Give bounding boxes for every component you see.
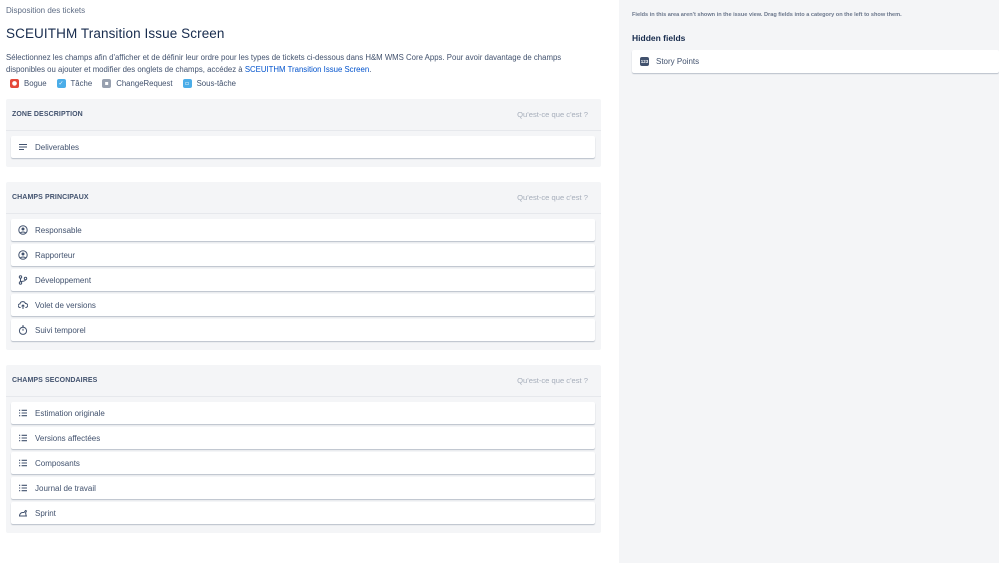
task-icon: ✓ xyxy=(56,79,66,88)
field-composants[interactable]: Composants xyxy=(11,452,595,474)
list-icon xyxy=(18,433,28,443)
cloud-upload-icon xyxy=(18,300,28,310)
field-list: Responsable Rapporteur Développement Vol… xyxy=(6,214,601,350)
page-title: SCEUITHM Transition Issue Screen xyxy=(6,26,225,41)
person-icon xyxy=(18,225,28,235)
story-points-icon: 123 xyxy=(640,57,649,66)
list-icon xyxy=(18,483,28,493)
section-title: CHAMPS PRINCIPAUX xyxy=(12,194,89,201)
field-label: Story Points xyxy=(656,57,700,66)
section-title: ZONE DESCRIPTION xyxy=(12,111,83,118)
issue-type-label: Tâche xyxy=(70,79,93,88)
list-icon xyxy=(18,408,28,418)
section-champs-secondaires: CHAMPS SECONDAIRES Qu'est-ce que c'est ?… xyxy=(6,365,601,533)
field-label: Développement xyxy=(35,275,92,285)
list-icon xyxy=(18,458,28,468)
field-suivi-temporel[interactable]: Suivi temporel xyxy=(11,319,595,341)
layout-main-panel: Disposition des tickets SCEUITHM Transit… xyxy=(0,0,606,563)
issue-type-label: Sous-tâche xyxy=(196,79,237,88)
field-story-points[interactable]: 123 Story Points xyxy=(632,50,999,73)
field-list: Estimation originale Versions affectées … xyxy=(6,397,601,533)
hidden-fields-title: Hidden fields xyxy=(632,33,686,43)
issue-type-bogue: ● Bogue xyxy=(10,79,47,88)
field-deliverables[interactable]: Deliverables xyxy=(11,136,595,158)
description-end: . xyxy=(369,65,372,74)
issue-type-tache: ✓ Tâche xyxy=(56,79,93,88)
field-label: Volet de versions xyxy=(35,300,96,310)
field-sprint[interactable]: Sprint xyxy=(11,502,595,524)
issue-type-label: Bogue xyxy=(24,79,47,88)
field-estimation-originale[interactable]: Estimation originale xyxy=(11,402,595,424)
person-icon xyxy=(18,250,28,260)
bug-icon: ● xyxy=(10,79,19,88)
field-label: Rapporteur xyxy=(35,250,76,260)
field-responsable[interactable]: Responsable xyxy=(11,219,595,241)
section-title: CHAMPS SECONDAIRES xyxy=(12,377,98,384)
issue-type-changerequest: ▪ ChangeRequest xyxy=(102,79,173,88)
sprint-icon xyxy=(18,508,28,518)
field-volet-de-versions[interactable]: Volet de versions xyxy=(11,294,595,316)
field-developpement[interactable]: Développement xyxy=(11,269,595,291)
page-description: Sélectionnez les champs afin d'afficher … xyxy=(6,52,596,76)
section-header: CHAMPS PRINCIPAUX Qu'est-ce que c'est ? xyxy=(6,182,601,214)
section-header: CHAMPS SECONDAIRES Qu'est-ce que c'est ? xyxy=(6,365,601,397)
screen-link[interactable]: SCEUITHM Transition Issue Screen xyxy=(245,65,369,74)
branch-icon xyxy=(18,275,28,285)
field-label: Versions affectées xyxy=(35,433,101,443)
field-list: Deliverables xyxy=(6,131,601,167)
section-help-link[interactable]: Qu'est-ce que c'est ? xyxy=(517,110,588,119)
section-help-link[interactable]: Qu'est-ce que c'est ? xyxy=(517,193,588,202)
field-journal-de-travail[interactable]: Journal de travail xyxy=(11,477,595,499)
field-rapporteur[interactable]: Rapporteur xyxy=(11,244,595,266)
issue-type-sous-tache: ▫ Sous-tâche xyxy=(182,79,237,88)
issue-type-label: ChangeRequest xyxy=(116,79,173,88)
hidden-fields-note: Fields in this area aren't shown in the … xyxy=(632,12,902,18)
subtask-icon: ▫ xyxy=(182,79,192,88)
section-help-link[interactable]: Qu'est-ce que c'est ? xyxy=(517,376,588,385)
stopwatch-icon xyxy=(18,325,28,335)
field-label: Responsable xyxy=(35,225,82,235)
field-label: Composants xyxy=(35,458,80,468)
section-header: ZONE DESCRIPTION Qu'est-ce que c'est ? xyxy=(6,99,601,131)
change-request-icon: ▪ xyxy=(102,79,112,88)
field-label: Suivi temporel xyxy=(35,325,86,335)
section-zone-description: ZONE DESCRIPTION Qu'est-ce que c'est ? D… xyxy=(6,99,601,167)
breadcrumb[interactable]: Disposition des tickets xyxy=(6,6,85,15)
issue-types-list: ● Bogue ✓ Tâche ▪ ChangeRequest ▫ Sous-t… xyxy=(10,79,236,88)
hidden-fields-panel: Fields in this area aren't shown in the … xyxy=(619,0,999,563)
field-label: Journal de travail xyxy=(35,483,96,493)
field-versions-affectees[interactable]: Versions affectées xyxy=(11,427,595,449)
paragraph-icon xyxy=(18,142,28,152)
field-label: Deliverables xyxy=(35,142,80,152)
field-label: Sprint xyxy=(35,508,56,518)
section-champs-principaux: CHAMPS PRINCIPAUX Qu'est-ce que c'est ? … xyxy=(6,182,601,350)
field-label: Estimation originale xyxy=(35,408,105,418)
